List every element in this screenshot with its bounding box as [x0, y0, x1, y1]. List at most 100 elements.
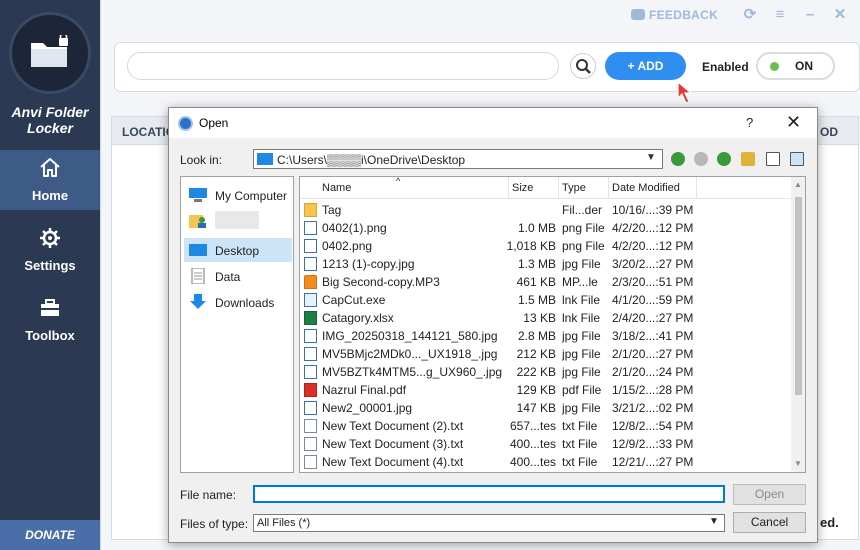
place-user-folder[interactable] — [184, 209, 292, 233]
up-folder-icon[interactable] — [717, 152, 731, 166]
title-bar: FEEDBACK ⟳ ≡ – ✕ — [101, 0, 860, 32]
place-label: Downloads — [215, 296, 275, 310]
file-modified: 12/21/...:27 PM — [612, 455, 694, 469]
enabled-toggle[interactable]: ON — [756, 52, 835, 80]
mouse-cursor-icon — [677, 80, 693, 104]
pdf-file-icon — [304, 383, 317, 397]
dialog-close-button[interactable]: ✕ — [786, 112, 801, 132]
open-file-dialog: Open ? ✕ Look in: C:\Users\▒▒▒▒i\OneDriv… — [168, 107, 818, 543]
file-modified: 3/21/2...:02 PM — [612, 401, 694, 415]
nav-item-home[interactable]: Home — [0, 150, 100, 210]
file-row[interactable]: MV5BZTk4MTM5...g_UX960_.jpg 222 KB jpg Fil… — [300, 363, 795, 381]
column-type[interactable]: Type — [562, 182, 586, 194]
browse-button[interactable] — [570, 53, 596, 79]
file-row[interactable]: Tag Fil...der 10/16/...:39 PM — [300, 201, 795, 219]
file-name: Big Second-copy.MP3 — [322, 275, 440, 289]
list-view-icon[interactable] — [766, 152, 780, 166]
folder-file-icon — [304, 203, 317, 217]
file-modified: 12/8/2...:54 PM — [612, 419, 694, 433]
home-icon — [40, 158, 60, 177]
menu-icon[interactable]: ≡ — [771, 6, 789, 24]
look-in-dropdown[interactable]: C:\Users\▒▒▒▒i\OneDrive\Desktop ▼ — [253, 149, 663, 169]
lnk-file-icon — [304, 293, 317, 307]
file-row[interactable]: 0402.png 1,018 KB png File 4/2/20...:12 PM — [300, 237, 795, 255]
file-name-input[interactable] — [253, 485, 725, 503]
file-type: jpg File — [562, 401, 601, 415]
details-view-icon[interactable] — [790, 152, 804, 166]
new-folder-icon[interactable] — [741, 152, 755, 166]
search-icon — [576, 59, 591, 74]
open-button[interactable]: Open — [733, 484, 806, 505]
close-icon[interactable]: ✕ — [831, 6, 849, 24]
column-method: OD — [820, 125, 838, 139]
file-row[interactable]: MV5BMjc2MDk0..._UX1918_.jpg 212 KB jpg Fil… — [300, 345, 795, 363]
file-name: Tag — [322, 203, 342, 217]
place-downloads[interactable]: Downloads — [184, 290, 292, 314]
file-size: 1.0 MB — [517, 221, 556, 235]
file-size: 1.3 MB — [517, 257, 556, 271]
nav-item-settings[interactable]: Settings — [0, 220, 100, 280]
file-name: MV5BMjc2MDk0..._UX1918_.jpg — [322, 347, 498, 361]
desktop-icon — [189, 244, 207, 256]
file-size: 400...tes — [509, 455, 556, 469]
dialog-app-icon — [178, 116, 193, 131]
feedback-button[interactable]: FEEDBACK — [631, 8, 718, 22]
place-desktop[interactable]: Desktop — [184, 238, 292, 262]
donate-button[interactable]: DONATE — [0, 520, 100, 550]
txt-file-icon — [304, 455, 317, 469]
file-type: Fil...der — [562, 203, 603, 217]
file-row[interactable]: IMG_20250318_144121_580.jpg 2.8 MB jpg Fil… — [300, 327, 795, 345]
column-name[interactable]: Name — [322, 182, 351, 194]
vlc-file-icon — [304, 275, 317, 289]
scroll-thumb[interactable] — [795, 197, 802, 395]
file-modified: 3/20/2...:27 PM — [612, 257, 694, 271]
back-icon[interactable] — [671, 152, 685, 166]
scroll-down-icon[interactable]: ▼ — [794, 459, 802, 468]
refresh-icon[interactable]: ⟳ — [741, 6, 759, 24]
gear-icon — [40, 228, 60, 248]
img-file-icon — [304, 257, 317, 271]
file-type: jpg File — [562, 365, 601, 379]
add-button[interactable]: + ADD — [605, 52, 686, 80]
forward-icon[interactable] — [694, 152, 708, 166]
file-name: 0402.png — [322, 239, 373, 253]
img-file-icon — [304, 365, 317, 379]
file-row[interactable]: Big Second-copy.MP3 461 KB MP...le 2/3/20..… — [300, 273, 795, 291]
file-row[interactable]: New Text Document (2).txt 657...tes txt Fi… — [300, 417, 795, 435]
place-my-computer[interactable]: My Computer — [184, 183, 292, 207]
help-button[interactable]: ? — [746, 115, 753, 130]
file-size: 222 KB — [516, 365, 556, 379]
column-date-modified[interactable]: Date Modified — [612, 182, 680, 194]
minimize-icon[interactable]: – — [801, 6, 819, 24]
file-size: 400...tes — [509, 437, 556, 451]
nav-item-toolbox[interactable]: Toolbox — [0, 290, 100, 350]
scroll-up-icon[interactable]: ▲ — [794, 180, 802, 189]
place-data[interactable]: Data — [184, 264, 292, 288]
file-size: 147 KB — [516, 401, 556, 415]
place-label: Data — [215, 270, 241, 284]
file-type-dropdown[interactable]: All Files (*) ▼ — [253, 514, 725, 532]
column-size[interactable]: Size — [512, 182, 533, 194]
file-row[interactable]: New2_00001.jpg 147 KB jpg File 3/21/2...:02… — [300, 399, 795, 417]
file-name: MV5BZTk4MTM5...g_UX960_.jpg — [322, 365, 503, 379]
chevron-down-icon: ▼ — [646, 152, 656, 163]
file-row[interactable]: New Text Document (4).txt 400...tes txt Fi… — [300, 453, 795, 471]
app-name-line1: Anvi Folder — [11, 104, 89, 120]
file-row[interactable]: New Text Document (3).txt 400...tes txt Fi… — [300, 435, 795, 453]
file-name: New Text Document (3).txt — [322, 437, 464, 451]
file-row[interactable]: Catagory.xlsx 13 KB lnk File 2/4/20...:27 P… — [300, 309, 795, 327]
file-name: Nazrul Final.pdf — [322, 383, 407, 397]
file-row[interactable]: 0402(1).png 1.0 MB png File 4/2/20...:12 PM — [300, 219, 795, 237]
cancel-button[interactable]: Cancel — [733, 512, 806, 533]
img-file-icon — [304, 239, 317, 253]
folder-path-input[interactable] — [127, 52, 559, 80]
file-type-value: All Files (*) — [257, 517, 311, 529]
file-row[interactable]: CapCut.exe 1.5 MB lnk File 4/1/20...:59 PM — [300, 291, 795, 309]
file-row[interactable]: 1213 (1)-copy.jpg 1.3 MB jpg File 3/20/2...… — [300, 255, 795, 273]
vertical-scrollbar[interactable]: ▲ ▼ — [791, 177, 805, 472]
file-size: 657...tes — [509, 419, 556, 433]
file-name: 0402(1).png — [322, 221, 387, 235]
file-modified: 1/15/2...:28 PM — [612, 383, 694, 397]
file-row[interactable]: Nazrul Final.pdf 129 KB pdf File 1/15/2...:… — [300, 381, 795, 399]
places-panel: My Computer Desktop Data Downloads — [180, 176, 294, 473]
